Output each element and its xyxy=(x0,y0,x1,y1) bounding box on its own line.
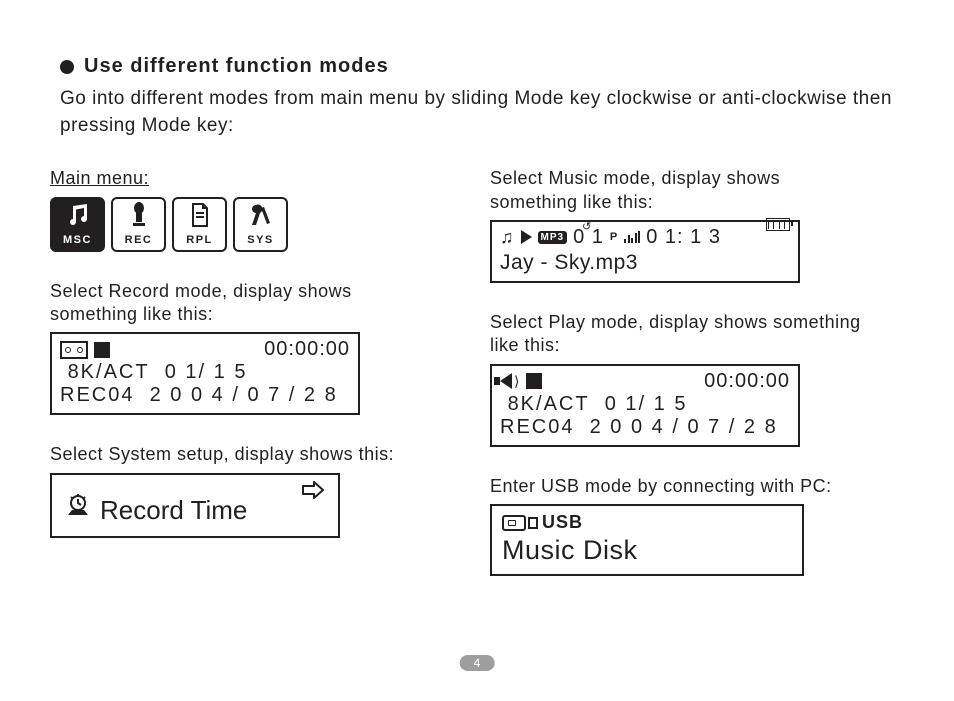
music-filename: Jay - Sky.mp3 xyxy=(500,251,790,275)
usb-mode-block: Enter USB mode by connecting with PC: US… xyxy=(490,475,870,576)
speaker-wave-icon: ⟩ xyxy=(514,373,520,390)
menu-item-label: SYS xyxy=(247,234,274,250)
usb-mode-caption: Enter USB mode by connecting with PC: xyxy=(490,475,870,498)
usb-connector-icon xyxy=(502,515,538,531)
heading-text: Use different function modes xyxy=(84,55,389,78)
stop-icon xyxy=(526,373,542,389)
intro-paragraph: Go into different modes from main menu b… xyxy=(60,86,904,139)
arrow-right-icon xyxy=(302,481,324,504)
record-line3-left: REC04 xyxy=(60,384,134,406)
record-line3-right: 2 0 0 4 / 0 7 / 2 8 xyxy=(150,384,338,406)
clock-gear-icon xyxy=(64,493,92,528)
repeat-icon: ↺ xyxy=(582,220,591,233)
record-line2-left: 8K/ACT xyxy=(68,361,150,383)
main-menu-block: Main menu: MSC REC xyxy=(50,167,430,251)
p-indicator: P xyxy=(610,231,618,243)
document-icon xyxy=(189,201,211,229)
battery-icon xyxy=(766,218,790,231)
main-menu-icons: MSC REC RPL xyxy=(50,197,430,252)
play-icon xyxy=(521,230,532,244)
record-mode-screen: 00:00:00 8K/ACT 0 1/ 1 5 REC04 2 0 0 4 /… xyxy=(50,332,360,415)
usb-badge: USB xyxy=(542,512,583,533)
system-setup-caption: Select System setup, display shows this: xyxy=(50,443,430,466)
menu-item-label: MSC xyxy=(63,234,92,250)
page-number: 4 xyxy=(460,655,495,671)
menu-item-label: REC xyxy=(125,234,153,250)
record-mode-block: Select Record mode, display shows someth… xyxy=(50,280,430,416)
mic-icon xyxy=(128,201,150,229)
stop-icon xyxy=(94,342,110,358)
record-mode-caption: Select Record mode, display shows someth… xyxy=(50,280,430,327)
play-timer: 00:00:00 xyxy=(704,370,790,393)
play-mode-caption: Select Play mode, display shows somethin… xyxy=(490,311,870,358)
system-setup-block: Select System setup, display shows this:… xyxy=(50,443,430,537)
eq-bars-icon xyxy=(624,231,640,243)
play-line3-right: 2 0 0 4 / 0 7 / 2 8 xyxy=(590,416,778,438)
section-heading: Use different function modes xyxy=(60,55,904,78)
play-mode-screen: ⟩ 00:00:00 8K/ACT 0 1/ 1 5 REC04 2 0 0 4… xyxy=(490,364,800,447)
music-mode-block: Select Music mode, display shows somethi… xyxy=(490,167,870,283)
play-line2-left: 8K/ACT xyxy=(508,393,590,415)
usb-mode-screen: USB Music Disk xyxy=(490,504,804,576)
format-badge: MP3 xyxy=(538,231,568,244)
menu-item-rec: REC xyxy=(111,197,166,252)
play-line2-right: 0 1/ 1 5 xyxy=(605,393,688,415)
menu-item-sys: SYS xyxy=(233,197,288,252)
play-mode-block: Select Play mode, display shows somethin… xyxy=(490,311,870,447)
record-line2-right: 0 1/ 1 5 xyxy=(165,361,248,383)
bullet-icon xyxy=(60,60,74,74)
menu-item-msc: MSC xyxy=(50,197,105,252)
main-menu-caption: Main menu: xyxy=(50,167,430,190)
menu-item-label: RPL xyxy=(186,234,213,250)
music-mode-screen: ↺ ♫ MP3 0 1 P 0 1: 1 3 xyxy=(490,220,800,283)
tools-icon xyxy=(248,201,274,229)
note-icon: ♫ xyxy=(500,227,515,248)
usb-title: Music Disk xyxy=(502,535,792,566)
music-icon xyxy=(65,201,91,229)
tape-icon xyxy=(60,341,88,359)
system-setup-label: Record Time xyxy=(100,495,247,526)
track-time: 0 1: 1 3 xyxy=(646,226,721,249)
music-mode-caption: Select Music mode, display shows somethi… xyxy=(490,167,870,214)
system-setup-screen: Record Time xyxy=(50,473,340,538)
play-line3-left: REC04 xyxy=(500,416,574,438)
menu-item-rpl: RPL xyxy=(172,197,227,252)
record-timer: 00:00:00 xyxy=(264,338,350,361)
speaker-icon xyxy=(500,373,512,389)
